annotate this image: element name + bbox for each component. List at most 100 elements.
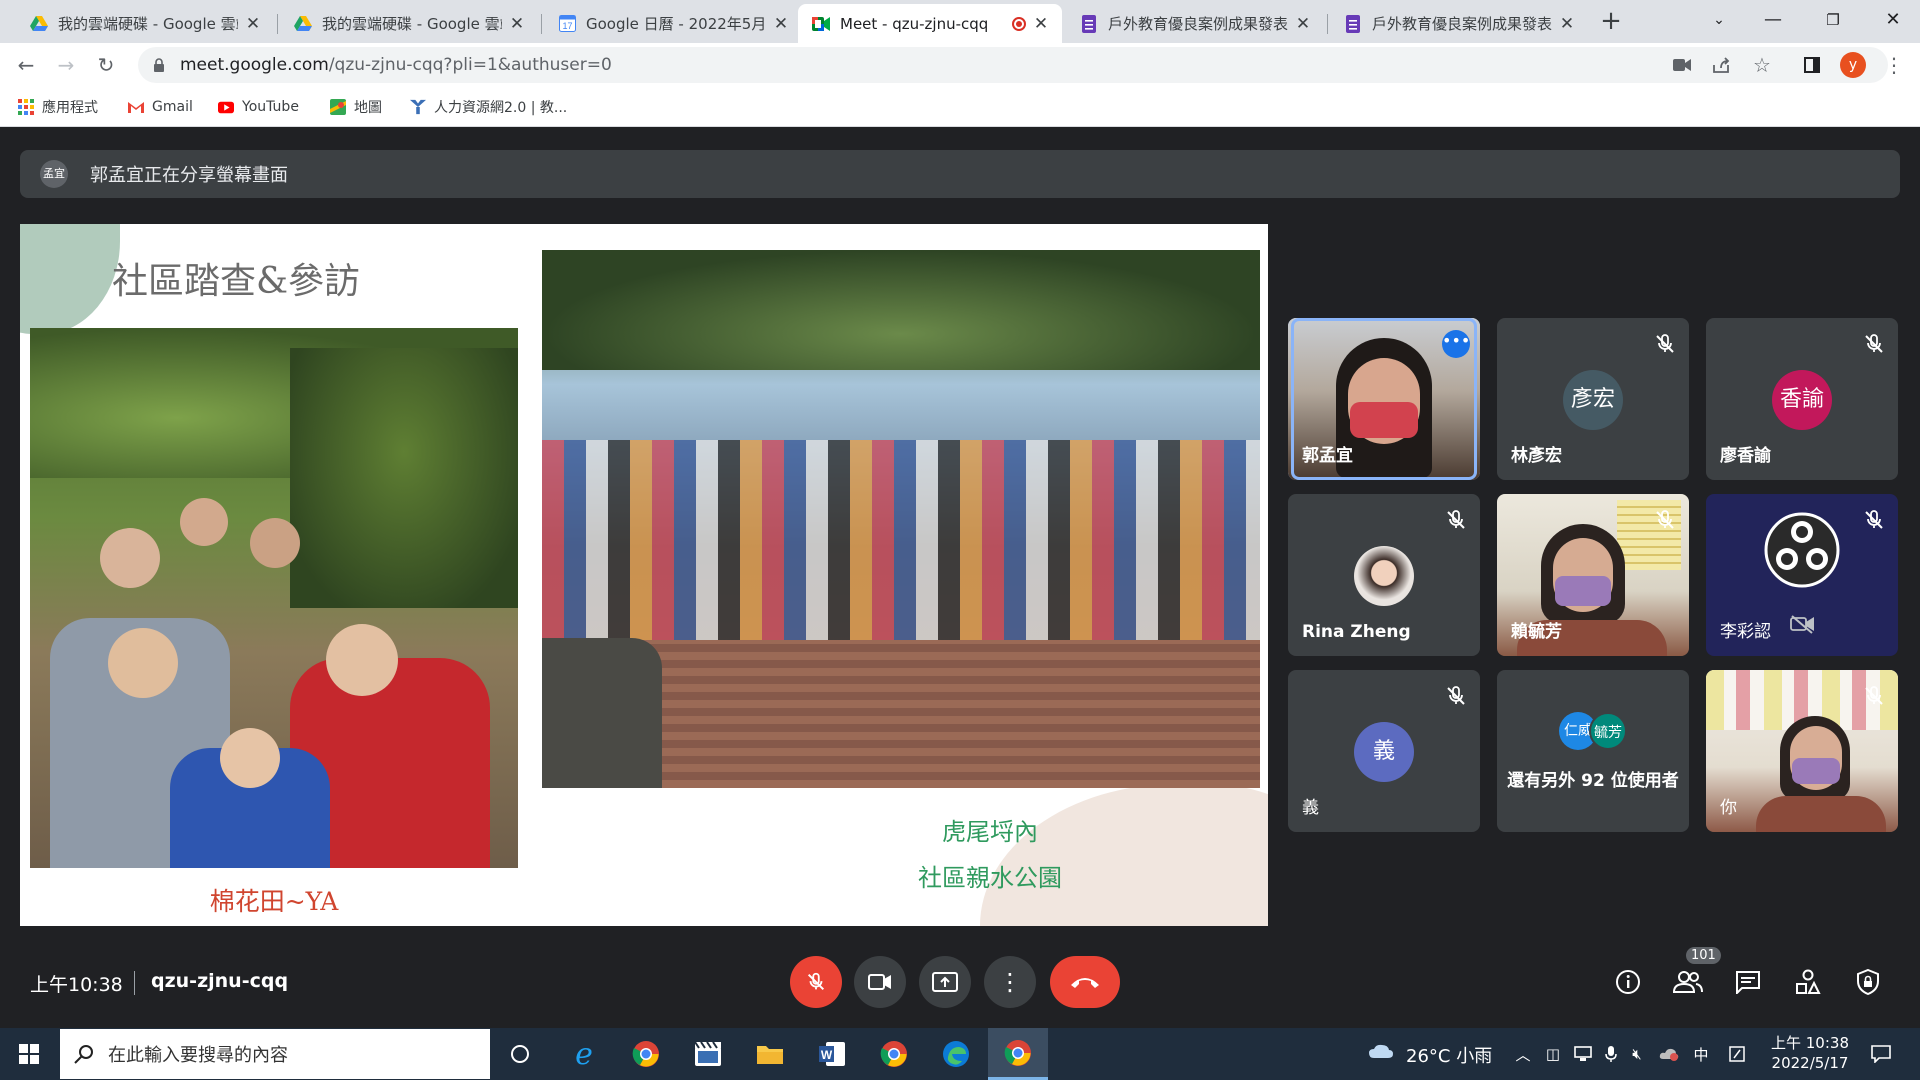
profile-avatar[interactable]: y — [1840, 52, 1866, 78]
svg-text:17: 17 — [562, 21, 572, 31]
video-editor-icon — [694, 1041, 721, 1066]
taskbar-chrome-active[interactable] — [988, 1028, 1048, 1080]
weather-text[interactable]: 26°C 小雨 — [1406, 1042, 1492, 1068]
people-button[interactable] — [1670, 964, 1706, 1000]
folder-icon — [757, 1046, 783, 1064]
start-button[interactable] — [0, 1028, 58, 1080]
bookmarks-bar: 應用程式 Gmail YouTube 地圖 人力資源網2.0 | 教... — [0, 87, 1920, 127]
camera-toggle-button[interactable] — [854, 956, 906, 1008]
close-icon[interactable]: ✕ — [508, 14, 526, 34]
participant-tile[interactable]: 彥宏 林彥宏 — [1497, 318, 1689, 480]
ime-mode-icon[interactable] — [1726, 1044, 1748, 1064]
forward-button[interactable]: → — [52, 51, 80, 79]
reload-button[interactable]: ↻ — [92, 51, 120, 79]
chrome-icon — [632, 1041, 659, 1067]
edge-icon — [943, 1041, 969, 1067]
address-bar[interactable]: meet.google.com/qzu-zjnu-cqq?pli=1&authu… — [138, 47, 1888, 83]
taskbar-video-editor[interactable] — [678, 1028, 738, 1080]
tab-drive-1[interactable]: 我的雲端硬碟 - Google 雲端 ✕ — [16, 4, 274, 43]
taskbar-word[interactable]: W — [802, 1028, 862, 1080]
participant-tile[interactable]: 義 義 — [1288, 670, 1480, 832]
share-icon[interactable] — [1708, 51, 1736, 79]
tray-app-icon[interactable]: ◫ — [1542, 1044, 1564, 1064]
activities-button[interactable] — [1790, 964, 1826, 1000]
youtube-icon — [218, 99, 234, 115]
browser-toolbar: ← → ↻ meet.google.com/qzu-zjnu-cqq?pli=1… — [0, 43, 1920, 87]
taskbar-chrome[interactable] — [616, 1028, 676, 1080]
mic-toggle-button[interactable] — [790, 956, 842, 1008]
participant-tile[interactable]: 李彩認 — [1706, 494, 1898, 656]
tab-meet[interactable]: Meet - qzu-zjnu-cqq ✕ — [798, 4, 1062, 43]
taskbar-search-input[interactable]: 在此輸入要搜尋的內容 — [60, 1029, 490, 1079]
participant-tile[interactable]: 賴毓芳 — [1497, 494, 1689, 656]
tab-calendar[interactable]: 17 Google 日曆 - 2022年5月1 ✕ — [544, 4, 802, 43]
participant-count-badge: 101 — [1686, 947, 1721, 964]
mic-off-icon — [1865, 686, 1883, 705]
tab-title: 我的雲端硬碟 - Google 雲端 — [58, 15, 238, 33]
network-icon[interactable] — [1572, 1044, 1594, 1064]
tab-forms-1[interactable]: 戶外教育優良案例成果發表 ✕ — [1066, 4, 1324, 43]
bookmark-apps[interactable]: 應用程式 — [18, 96, 98, 118]
mic-off-icon — [1865, 334, 1883, 353]
other-participants-tile[interactable]: 仁威 毓芳 還有另外 92 位使用者 — [1497, 670, 1689, 832]
notification-icon[interactable] — [1870, 1044, 1892, 1064]
meeting-details-button[interactable] — [1610, 964, 1646, 1000]
more-options-icon[interactable]: ••• — [1442, 330, 1470, 358]
apps-grid-icon — [18, 99, 34, 115]
chat-button[interactable] — [1730, 964, 1766, 1000]
bookmark-star-icon[interactable]: ☆ — [1748, 51, 1776, 79]
present-screen-button[interactable] — [919, 956, 971, 1008]
speaker-muted-icon[interactable]: 🔇︎ — [1626, 1044, 1648, 1064]
bookmark-hr-network[interactable]: 人力資源網2.0 | 教... — [410, 96, 567, 118]
taskbar-file-explorer[interactable] — [740, 1028, 800, 1080]
restore-button[interactable]: ❐ — [1806, 0, 1860, 40]
taskbar-edge[interactable] — [926, 1028, 986, 1080]
task-view-button[interactable] — [490, 1028, 550, 1080]
taskbar-ie[interactable]: e — [554, 1028, 614, 1080]
chevron-up-icon[interactable]: ︿ — [1512, 1044, 1534, 1064]
onedrive-icon[interactable] — [1658, 1044, 1680, 1064]
participant-name: 林彥宏 — [1511, 446, 1562, 466]
bookmark-youtube[interactable]: YouTube — [218, 96, 299, 118]
participant-avatar: 香諭 — [1772, 370, 1832, 430]
side-panel-icon[interactable] — [1798, 51, 1826, 79]
new-tab-button[interactable]: + — [1596, 6, 1626, 36]
participant-tile-self[interactable]: 你 — [1706, 670, 1898, 832]
close-window-button[interactable]: ✕ — [1866, 0, 1920, 40]
ime-indicator[interactable]: 中 — [1690, 1044, 1712, 1064]
camera-in-use-icon[interactable] — [1668, 51, 1696, 79]
participant-tile[interactable]: Rina Zheng — [1288, 494, 1480, 656]
browser-tab-strip: 我的雲端硬碟 - Google 雲端 ✕ 我的雲端硬碟 - Google 雲端 … — [0, 0, 1920, 43]
close-icon[interactable]: ✕ — [772, 14, 790, 34]
slide-title: 社區踏查&參訪 — [112, 261, 361, 302]
close-icon[interactable]: ✕ — [1032, 14, 1050, 34]
back-button[interactable]: ← — [12, 51, 40, 79]
leave-call-button[interactable] — [1050, 956, 1120, 1008]
tab-drive-2[interactable]: 我的雲端硬碟 - Google 雲端 ✕ — [280, 4, 538, 43]
participant-tile[interactable]: 香諭 廖香諭 — [1706, 318, 1898, 480]
close-icon[interactable]: ✕ — [1294, 14, 1312, 34]
recording-indicator-icon — [1012, 16, 1026, 31]
participant-tile[interactable]: ••• 郭孟宜 — [1288, 318, 1480, 480]
tab-title: 戶外教育優良案例成果發表 — [1372, 15, 1552, 33]
more-options-button[interactable]: ⋮ — [984, 956, 1036, 1008]
system-clock[interactable]: 上午 10:38 2022/5/17 — [1766, 1033, 1854, 1073]
menu-kebab-icon[interactable]: ⋮ — [1880, 51, 1908, 79]
slide-leaf-decoration — [20, 224, 120, 334]
tab-forms-2[interactable]: 戶外教育優良案例成果發表 ✕ — [1330, 4, 1588, 43]
gmail-icon — [128, 99, 144, 115]
shared-screen[interactable]: 社區踏查&參訪 棉花田~YA 虎尾埒內 社區親水公園 — [20, 224, 1268, 926]
bookmark-gmail[interactable]: Gmail — [128, 96, 193, 118]
close-icon[interactable]: ✕ — [244, 14, 262, 34]
host-controls-button[interactable] — [1850, 964, 1886, 1000]
close-icon[interactable]: ✕ — [1558, 14, 1576, 34]
participant-mini-avatar: 毓芳 — [1589, 712, 1627, 750]
tab-search-icon[interactable]: ⌄ — [1692, 0, 1746, 40]
mic-off-icon — [1656, 334, 1674, 353]
bookmark-maps[interactable]: 地圖 — [330, 96, 382, 118]
presenting-banner: 孟宜 郭孟宜正在分享螢幕畫面 — [20, 150, 1900, 198]
microphone-icon[interactable] — [1600, 1044, 1622, 1064]
people-icon — [1673, 971, 1703, 993]
minimize-button[interactable]: — — [1746, 0, 1800, 40]
taskbar-chrome-2[interactable] — [864, 1028, 924, 1080]
